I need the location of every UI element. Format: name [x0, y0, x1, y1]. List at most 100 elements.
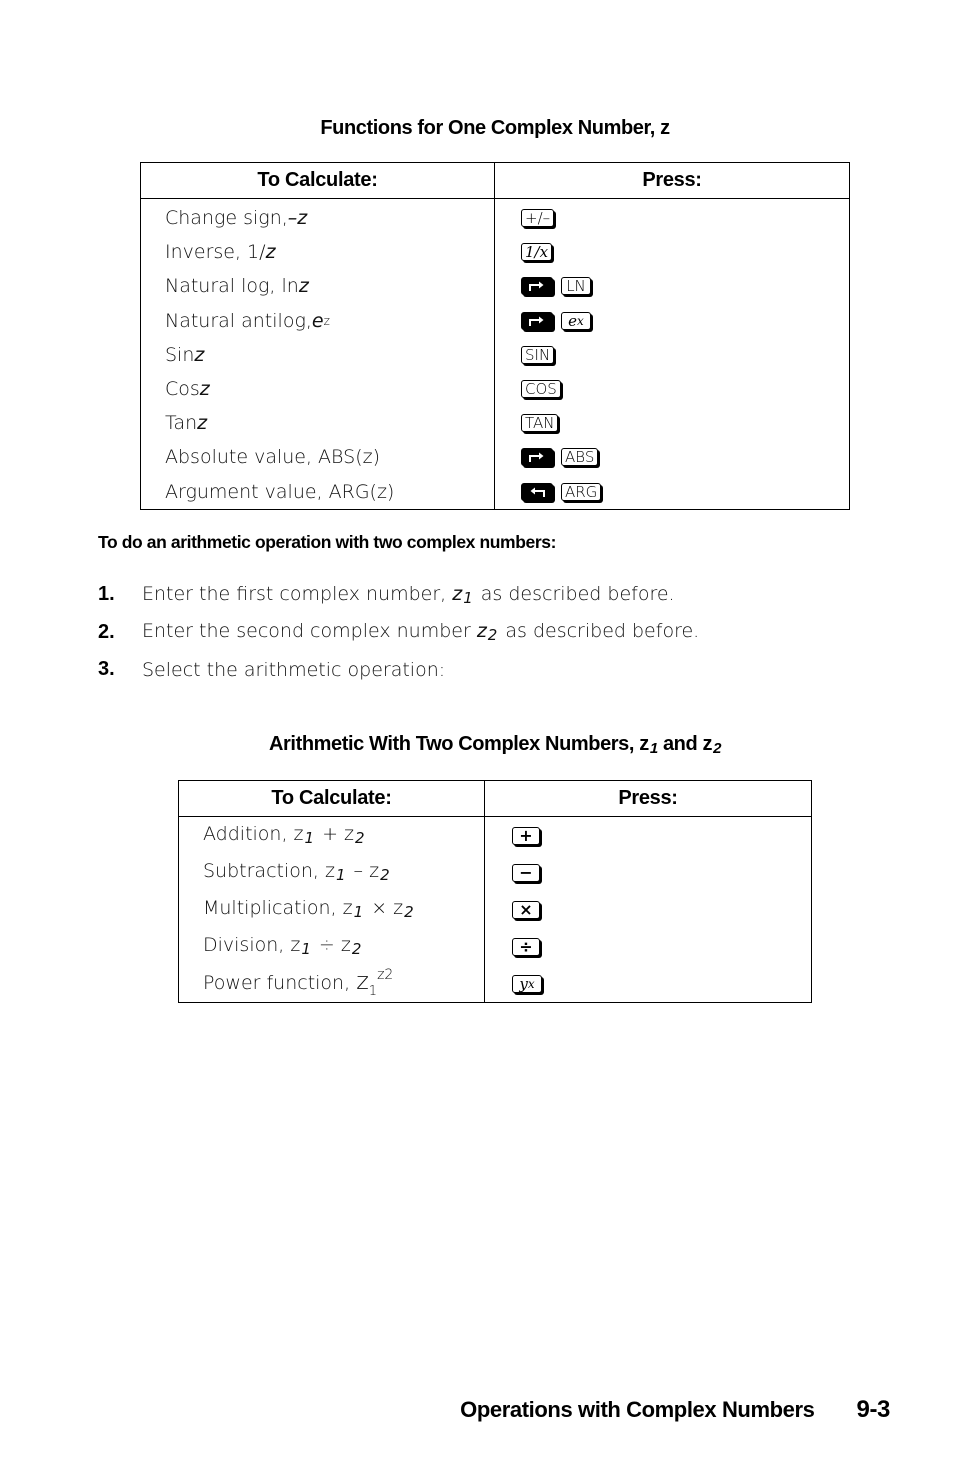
procedure-heading: To do an arithmetic operation with two c…	[98, 532, 556, 552]
power-base: z	[356, 967, 369, 995]
cos-key[interactable]: COS	[521, 380, 561, 399]
right-shift-key[interactable]	[521, 448, 553, 467]
subscript: 2	[351, 939, 362, 958]
function-variable: –z	[287, 207, 308, 230]
step-text: Enter the second complex number z2 as de…	[142, 620, 700, 645]
calculation-row: Argument value, ARG(z)	[141, 475, 494, 509]
function-label: Absolute value, ABS(z)	[165, 446, 381, 469]
calculation-list: Addition, z1 + z2 Subtraction, z1 – z2 Mul…	[179, 817, 484, 1002]
right-arrow-icon	[529, 452, 544, 463]
plus-minus-key[interactable]: +/–	[521, 209, 555, 228]
calculation-row: Sin z	[141, 338, 494, 372]
table2-title-and: and z	[657, 733, 713, 755]
functions-one-complex-table: To Calculate: Press: Change sign, –z Inve…	[140, 162, 850, 510]
subscript: 2	[404, 902, 414, 921]
left-arrow-icon	[530, 487, 545, 497]
column-header-press: Press:	[484, 780, 812, 817]
key-superscript: x	[577, 313, 584, 328]
keystroke-list: + − × ÷ y x	[485, 817, 811, 1002]
right-shift-key[interactable]	[521, 311, 553, 330]
keystroke-row: SIN	[495, 338, 849, 372]
keystroke-row: ÷	[485, 928, 811, 965]
function-label: Natural log, ln	[165, 275, 299, 298]
step-variable: z	[476, 620, 487, 643]
subscript: 1	[301, 939, 311, 958]
multiply-key[interactable]: ×	[512, 900, 540, 919]
calculation-row: Tan z	[141, 406, 494, 440]
column-header-to-calculate: To Calculate:	[140, 162, 495, 199]
function-variable: e	[311, 309, 324, 332]
arithmetic-two-complex-table: To Calculate: Press: Addition, z1 + z2 Su…	[178, 780, 812, 1003]
subscript: 2	[355, 828, 365, 847]
subscript: 1	[335, 865, 346, 884]
function-variable: z	[265, 241, 276, 264]
keystroke-row: +	[485, 817, 811, 854]
subscript: 2	[713, 740, 722, 757]
function-variable: z	[199, 378, 210, 401]
subscript: 1	[304, 828, 315, 847]
procedure-step: 2. Enter the second complex number z2 as …	[98, 614, 699, 652]
page-footer: Operations with Complex Numbers 9-3	[400, 1396, 890, 1424]
table1-title: Functions for One Complex Number, z	[320, 117, 670, 139]
procedure-step: 3. Select the arithmetic operation:	[98, 651, 699, 689]
inverse-key[interactable]: 1/x	[521, 243, 553, 262]
keystroke-row: ×	[485, 891, 811, 928]
calculation-row: Absolute value, ABS(z)	[141, 440, 494, 474]
function-label: Argument value, ARG(z)	[165, 480, 395, 503]
step-number: 1.	[98, 583, 115, 606]
column-header-press: Press:	[494, 162, 850, 199]
function-label: Tan	[165, 412, 198, 435]
minus-key[interactable]: −	[512, 863, 540, 882]
ln-key[interactable]: LN	[561, 277, 591, 296]
procedure-step: 1. Enter the first complex number, z1 as …	[98, 576, 699, 614]
calculation-row: Inverse, 1/z	[141, 235, 494, 269]
exp-key[interactable]: ex	[561, 311, 591, 330]
subscript: 2	[487, 626, 498, 645]
calculation-row: Natural log, ln z	[141, 269, 494, 303]
keystroke-row: ex	[495, 304, 849, 338]
table2-title: Arithmetic With Two Complex Numbers, z1 …	[178, 733, 812, 757]
operation-label: Subtraction, z1 – z2	[203, 859, 390, 884]
function-superscript: z	[323, 313, 330, 328]
keystroke-row: COS	[495, 372, 849, 406]
power-key[interactable]: yx	[512, 974, 542, 993]
subscript: 1	[463, 588, 473, 607]
step-text: Select the arithmetic operation:	[142, 658, 446, 681]
subscript: 1	[649, 740, 658, 757]
calculation-row: Addition, z1 + z2	[179, 817, 484, 854]
keystroke-row: ABS	[495, 440, 849, 474]
column-header-to-calculate: To Calculate:	[178, 780, 485, 817]
function-label: Natural antilog,	[165, 309, 312, 332]
function-label: Sin	[165, 343, 195, 366]
arg-key[interactable]: ARG	[561, 482, 602, 501]
keystroke-list: +/– 1/x LN e x SIN COS TAN ABS ARG	[495, 199, 849, 509]
power-exponent: z2	[377, 967, 394, 983]
keystroke-row: +/–	[495, 201, 849, 235]
subscript: 2	[380, 865, 390, 884]
procedure-steps: 1. Enter the first complex number, z1 as …	[98, 576, 699, 689]
calculation-row: Change sign, –z	[141, 201, 494, 235]
operation-label: Addition, z1 + z2	[203, 822, 365, 847]
chapter-title: Operations with Complex Numbers	[460, 1397, 815, 1422]
calculation-row: Subtraction, z1 – z2	[179, 854, 484, 891]
divide-key[interactable]: ÷	[512, 937, 540, 956]
right-shift-key[interactable]	[521, 277, 553, 296]
operation-label: Division, z1 ÷ z2	[203, 933, 362, 958]
function-variable: z	[298, 275, 309, 298]
keystroke-row: ARG	[495, 475, 849, 509]
function-label: Change sign,	[165, 207, 288, 230]
left-shift-key[interactable]	[521, 482, 553, 501]
step-number: 3.	[98, 658, 115, 681]
calculation-row: Cos z	[141, 372, 494, 406]
tan-key[interactable]: TAN	[521, 414, 559, 433]
abs-key[interactable]: ABS	[561, 448, 599, 467]
key-superscript: x	[527, 976, 535, 991]
sin-key[interactable]: SIN	[521, 345, 555, 364]
plus-key[interactable]: +	[512, 826, 540, 845]
page-number: 9-3	[856, 1396, 891, 1423]
step-text: Enter the first complex number, z1 as de…	[142, 582, 675, 607]
subscript: 1	[353, 902, 364, 921]
function-variable: z	[194, 343, 205, 366]
step-number: 2.	[98, 620, 115, 643]
keystroke-row: 1/x	[495, 235, 849, 269]
